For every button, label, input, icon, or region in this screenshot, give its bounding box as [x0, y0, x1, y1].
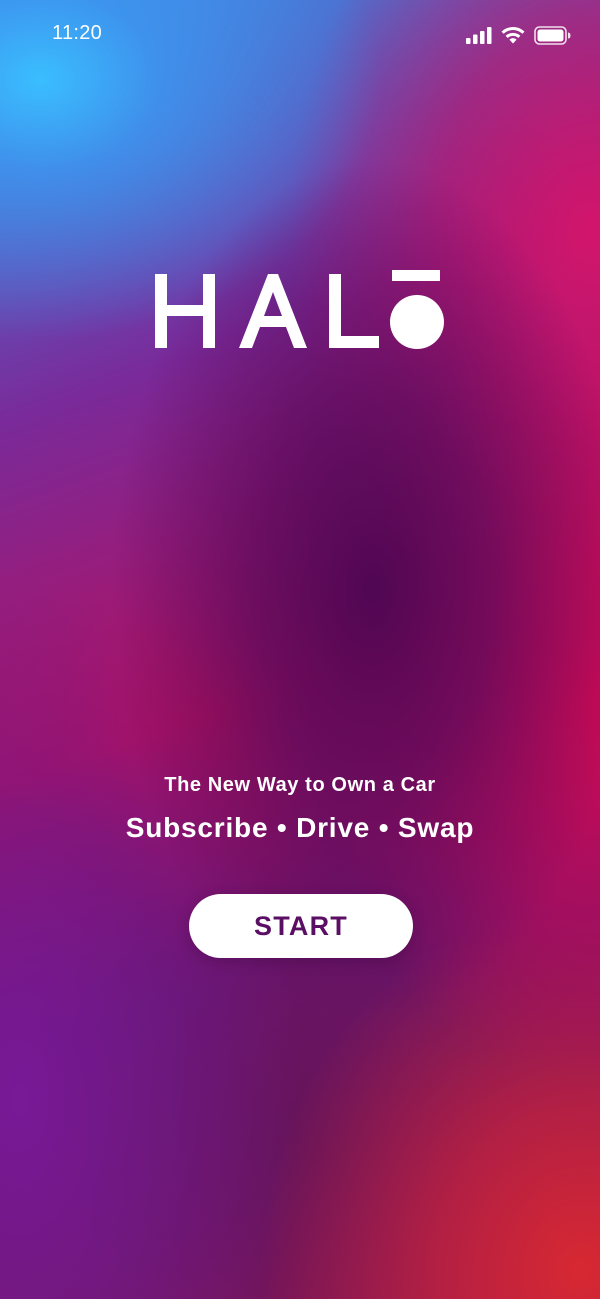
splash-screen: 11:20 The New Way to Own a Car Subscribe…	[0, 0, 600, 1299]
status-bar: 11:20	[0, 0, 600, 70]
halo-logo	[155, 270, 447, 350]
status-time: 11:20	[52, 22, 103, 44]
tagline: The New Way to Own a Car	[164, 774, 436, 796]
battery-icon	[534, 26, 571, 45]
halo-logo-wordmark	[155, 270, 444, 349]
cellular-signal-icon	[466, 27, 492, 44]
start-button[interactable]: START	[189, 894, 413, 958]
status-icons	[466, 26, 576, 48]
value-proposition: Subscribe • Drive • Swap	[125, 812, 475, 843]
wifi-icon	[501, 26, 525, 44]
